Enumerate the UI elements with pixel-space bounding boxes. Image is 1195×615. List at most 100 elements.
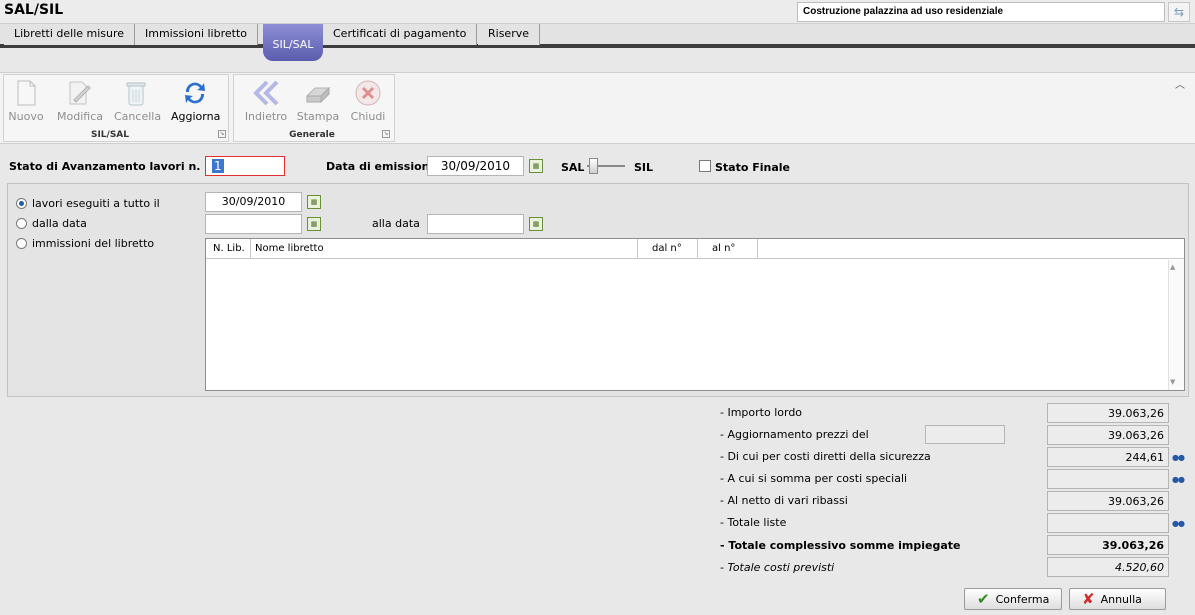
- total-sums-label: - Totale complessivo somme impiegate: [720, 539, 961, 552]
- swap-project-button[interactable]: ⇆: [1168, 2, 1190, 22]
- ribbon-group-label-generale: Generale: [289, 130, 335, 140]
- printer-icon: [305, 86, 331, 104]
- binoculars-icon[interactable]: ●●: [1172, 453, 1185, 462]
- back-button-label: Indietro: [244, 110, 288, 123]
- radio-option-from-date-label: dalla data: [32, 217, 87, 230]
- special-costs-label: - A cui si somma per costi speciali: [720, 472, 908, 485]
- confirm-button[interactable]: ✔ Conferma: [964, 588, 1062, 610]
- dialog-launcher-icon[interactable]: ↘: [382, 130, 390, 138]
- radio-option-book-entries[interactable]: immissioni del libretto: [16, 237, 154, 250]
- radio-option-book-entries-label: immissioni del libretto: [32, 237, 155, 250]
- column-header-al-n[interactable]: al n°: [712, 243, 735, 254]
- column-divider: [250, 239, 251, 259]
- issue-date-input[interactable]: 30/09/2010: [427, 156, 524, 176]
- tab-riserve[interactable]: Riserve: [478, 24, 540, 45]
- toggle-sal-label: SAL: [561, 161, 585, 174]
- swap-icon: ⇆: [1173, 5, 1185, 19]
- confirm-button-label: Conferma: [995, 592, 1050, 606]
- edit-icon: [69, 81, 91, 105]
- libretti-grid[interactable]: [205, 238, 1185, 391]
- cancel-button-label: Annulla: [1100, 592, 1142, 606]
- tab-immissioni[interactable]: Immissioni libretto: [135, 24, 259, 45]
- net-discounts-value: 39.063,26: [1047, 491, 1169, 511]
- trash-icon: [126, 82, 146, 106]
- radio-unselected-icon: [16, 238, 27, 249]
- planned-costs-value: 4.520,60: [1047, 557, 1169, 577]
- double-chevron-left-icon: [253, 80, 279, 106]
- sal-sil-toggle[interactable]: [587, 158, 627, 174]
- cancel-button[interactable]: ✘ Annulla: [1069, 588, 1166, 610]
- tab-sil-sal[interactable]: SIL/SAL: [263, 24, 323, 61]
- sal-number-label: Stato di Avanzamento lavori n.: [9, 160, 201, 173]
- tab-certificati[interactable]: Certificati di pagamento: [323, 24, 478, 45]
- column-divider: [757, 239, 758, 259]
- tab-libretti[interactable]: Libretti delle misure: [4, 24, 136, 45]
- final-state-checkbox[interactable]: [699, 160, 711, 172]
- refresh-icon: [185, 82, 205, 104]
- radio-option-from-date[interactable]: dalla data: [16, 217, 87, 230]
- column-divider: [637, 239, 638, 259]
- edit-button-label: Modifica: [57, 110, 103, 123]
- radio-unselected-icon: [16, 218, 27, 229]
- radio-selected-icon: [16, 198, 27, 209]
- new-button-label: Nuovo: [8, 110, 44, 123]
- price-update-label: - Aggiornamento prezzi del: [720, 428, 869, 441]
- binoculars-icon[interactable]: ●●: [1172, 475, 1185, 484]
- gross-amount-label: - Importo lordo: [720, 406, 803, 419]
- to-date-input[interactable]: 30/09/2010: [205, 192, 302, 212]
- grid-scrollbar[interactable]: [1168, 260, 1184, 390]
- new-document-icon: [17, 80, 36, 106]
- gross-amount-value: 39.063,26: [1047, 403, 1169, 423]
- issue-date-label: Data di emissione: [326, 160, 437, 173]
- from-date-input[interactable]: [205, 214, 302, 234]
- calendar-icon[interactable]: ▦: [307, 195, 321, 209]
- back-button[interactable]: Indietro: [243, 76, 289, 123]
- collapse-ribbon-icon[interactable]: ︿: [1175, 76, 1185, 91]
- calendar-icon[interactable]: ▦: [529, 217, 543, 231]
- refresh-button-label: Aggiorna: [171, 110, 221, 123]
- close-button[interactable]: Chiudi: [346, 76, 390, 123]
- until-date-label: alla data: [372, 217, 420, 230]
- price-update-value: 39.063,26: [1047, 425, 1169, 445]
- sal-number-input[interactable]: 1: [205, 156, 285, 176]
- safety-costs-label: - Di cui per costi diretti della sicurez…: [720, 450, 931, 463]
- new-button[interactable]: Nuovo: [4, 76, 48, 123]
- app-title: SAL/SIL: [4, 2, 64, 18]
- toggle-sil-label: SIL: [634, 161, 654, 174]
- net-discounts-label: - Al netto di vari ribassi: [720, 494, 848, 507]
- close-icon: [355, 80, 381, 106]
- total-lists-label: - Totale liste: [720, 516, 787, 529]
- binoculars-icon[interactable]: ●●: [1172, 519, 1185, 528]
- edit-button[interactable]: Modifica: [57, 76, 103, 123]
- planned-costs-label: - Totale costi previsti: [720, 561, 835, 574]
- grid-header: [206, 239, 1184, 259]
- column-header-dal-n[interactable]: dal n°: [652, 243, 682, 254]
- safety-costs-value: 244,61: [1047, 447, 1169, 467]
- print-button[interactable]: Stampa: [296, 76, 340, 123]
- checkmark-icon: ✔: [977, 590, 990, 608]
- scroll-down-icon[interactable]: ▼: [1170, 378, 1175, 386]
- dialog-launcher-icon[interactable]: ↘: [218, 130, 226, 138]
- radio-option-to-date[interactable]: lavori eseguiti a tutto il: [16, 197, 160, 210]
- ribbon-group-label-sil-sal: SIL/SAL: [90, 130, 130, 140]
- calendar-icon[interactable]: ▦: [307, 217, 321, 231]
- print-button-label: Stampa: [296, 110, 340, 123]
- column-header-nome-libretto[interactable]: Nome libretto: [255, 243, 324, 254]
- column-divider: [697, 239, 698, 259]
- refresh-button[interactable]: Aggiorna: [171, 76, 221, 123]
- project-name: Costruzione palazzina ad uso residenzial…: [797, 2, 1165, 22]
- delete-button[interactable]: Cancella: [114, 76, 162, 123]
- until-date-input[interactable]: [427, 214, 524, 234]
- final-state-label: Stato Finale: [715, 161, 791, 174]
- delete-button-label: Cancella: [114, 110, 162, 123]
- calendar-icon[interactable]: ▦: [529, 159, 543, 173]
- cross-icon: ✘: [1082, 590, 1095, 608]
- radio-option-to-date-label: lavori eseguiti a tutto il: [32, 197, 160, 210]
- sal-number-value: 1: [212, 159, 224, 173]
- close-button-label: Chiudi: [350, 110, 386, 123]
- special-costs-value: [1047, 469, 1169, 489]
- total-lists-value: [1047, 513, 1169, 533]
- column-header-n-lib[interactable]: N. Lib.: [213, 243, 245, 254]
- scroll-up-icon[interactable]: ▲: [1170, 263, 1175, 271]
- total-sums-value: 39.063,26: [1047, 535, 1169, 555]
